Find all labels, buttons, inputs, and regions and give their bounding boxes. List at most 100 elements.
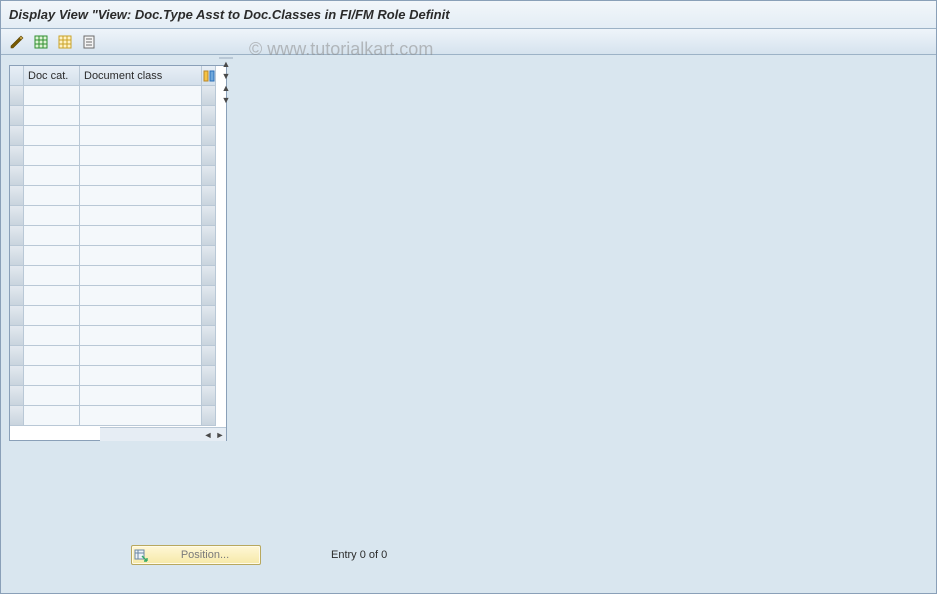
column-header-doc-cat[interactable]: Doc cat. <box>24 66 80 86</box>
scroll-left-icon[interactable]: ◄ <box>202 429 214 441</box>
row-end-spacer <box>202 166 216 186</box>
cell-doc-cat[interactable] <box>24 186 80 206</box>
row-end-spacer <box>202 106 216 126</box>
scroll-bottom-icon[interactable]: ▼ <box>220 94 232 106</box>
cell-document-class[interactable] <box>80 86 202 106</box>
cell-document-class[interactable] <box>80 226 202 246</box>
cell-doc-cat[interactable] <box>24 106 80 126</box>
cell-document-class[interactable] <box>80 106 202 126</box>
row-selector[interactable] <box>10 366 24 386</box>
row-end-spacer <box>202 146 216 166</box>
footer-bar: Position... Entry 0 of 0 <box>131 545 387 565</box>
cell-document-class[interactable] <box>80 286 202 306</box>
cell-doc-cat[interactable] <box>24 166 80 186</box>
select-all-button[interactable] <box>31 32 51 52</box>
column-configuration-button[interactable] <box>202 66 216 86</box>
row-selector[interactable] <box>10 166 24 186</box>
position-button-label: Position... <box>150 549 260 561</box>
column-config-icon <box>203 70 215 82</box>
column-header-document-class[interactable]: Document class <box>80 66 202 86</box>
row-end-spacer <box>202 286 216 306</box>
row-selector[interactable] <box>10 266 24 286</box>
cell-document-class[interactable] <box>80 306 202 326</box>
row-end-spacer <box>202 226 216 246</box>
row-end-spacer <box>202 306 216 326</box>
row-end-spacer <box>202 86 216 106</box>
row-selector[interactable] <box>10 126 24 146</box>
cell-doc-cat[interactable] <box>24 306 80 326</box>
cell-doc-cat[interactable] <box>24 346 80 366</box>
page-title: Display View "View: Doc.Type Asst to Doc… <box>9 7 450 22</box>
toggle-display-change-button[interactable] <box>7 32 27 52</box>
entry-count-text: Entry 0 of 0 <box>331 549 387 561</box>
table-green-icon <box>33 34 49 50</box>
cell-doc-cat[interactable] <box>24 126 80 146</box>
deselect-all-button[interactable] <box>55 32 75 52</box>
row-end-spacer <box>202 246 216 266</box>
row-selector[interactable] <box>10 326 24 346</box>
document-icon <box>81 34 97 50</box>
cell-doc-cat[interactable] <box>24 246 80 266</box>
title-bar: Display View "View: Doc.Type Asst to Doc… <box>1 1 936 29</box>
row-selector[interactable] <box>10 406 24 426</box>
row-end-spacer <box>202 326 216 346</box>
position-icon <box>132 548 150 562</box>
cell-document-class[interactable] <box>80 246 202 266</box>
row-selector-header[interactable] <box>10 66 24 86</box>
cell-doc-cat[interactable] <box>24 266 80 286</box>
row-end-spacer <box>202 266 216 286</box>
row-selector[interactable] <box>10 306 24 326</box>
data-grid: Doc cat.Document class ◄ ► <box>9 65 227 441</box>
cell-document-class[interactable] <box>80 326 202 346</box>
table-yellow-icon <box>57 34 73 50</box>
scroll-right-icon[interactable]: ► <box>214 429 226 441</box>
content-area: Doc cat.Document class ◄ ► ▲ ▼ ▲ ▼ <box>1 57 936 593</box>
cell-document-class[interactable] <box>80 186 202 206</box>
row-end-spacer <box>202 386 216 406</box>
row-selector[interactable] <box>10 86 24 106</box>
row-selector[interactable] <box>10 346 24 366</box>
row-selector[interactable] <box>10 246 24 266</box>
cell-document-class[interactable] <box>80 406 202 426</box>
scroll-down-icon[interactable]: ▲ <box>220 82 232 94</box>
cell-doc-cat[interactable] <box>24 286 80 306</box>
pencil-glasses-icon <box>9 34 25 50</box>
cell-document-class[interactable] <box>80 386 202 406</box>
cell-document-class[interactable] <box>80 166 202 186</box>
toolbar <box>1 29 936 55</box>
row-end-spacer <box>202 366 216 386</box>
row-selector[interactable] <box>10 106 24 126</box>
row-selector[interactable] <box>10 206 24 226</box>
row-end-spacer <box>202 126 216 146</box>
row-selector[interactable] <box>10 386 24 406</box>
row-selector[interactable] <box>10 286 24 306</box>
row-selector[interactable] <box>10 146 24 166</box>
app-window: Display View "View: Doc.Type Asst to Doc… <box>0 0 937 594</box>
cell-doc-cat[interactable] <box>24 226 80 246</box>
cell-doc-cat[interactable] <box>24 206 80 226</box>
cell-document-class[interactable] <box>80 206 202 226</box>
cell-document-class[interactable] <box>80 266 202 286</box>
row-end-spacer <box>202 406 216 426</box>
row-selector[interactable] <box>10 226 24 246</box>
cell-doc-cat[interactable] <box>24 406 80 426</box>
vertical-scrollbar[interactable]: ▲ ▼ ▲ ▼ <box>219 57 233 59</box>
scroll-up-icon[interactable]: ▼ <box>220 70 232 82</box>
row-end-spacer <box>202 206 216 226</box>
cell-doc-cat[interactable] <box>24 86 80 106</box>
cell-doc-cat[interactable] <box>24 386 80 406</box>
cell-doc-cat[interactable] <box>24 366 80 386</box>
horizontal-scrollbar[interactable]: ◄ ► <box>10 427 226 441</box>
cell-doc-cat[interactable] <box>24 146 80 166</box>
cell-document-class[interactable] <box>80 146 202 166</box>
cell-document-class[interactable] <box>80 346 202 366</box>
row-end-spacer <box>202 346 216 366</box>
print-button[interactable] <box>79 32 99 52</box>
position-button[interactable]: Position... <box>131 545 261 565</box>
row-end-spacer <box>202 186 216 206</box>
scroll-top-icon[interactable]: ▲ <box>220 58 232 70</box>
cell-doc-cat[interactable] <box>24 326 80 346</box>
row-selector[interactable] <box>10 186 24 206</box>
cell-document-class[interactable] <box>80 126 202 146</box>
cell-document-class[interactable] <box>80 366 202 386</box>
